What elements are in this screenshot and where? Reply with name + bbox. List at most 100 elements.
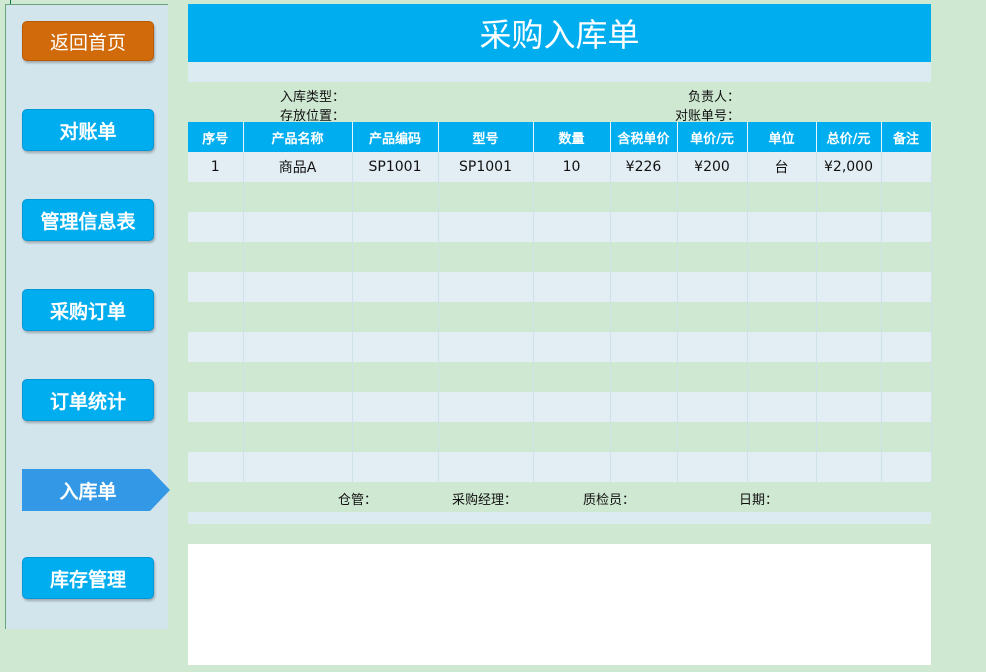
table-cell[interactable] bbox=[533, 182, 611, 212]
table-cell[interactable] bbox=[533, 362, 611, 392]
table-cell[interactable] bbox=[881, 422, 932, 452]
table-cell[interactable] bbox=[747, 182, 817, 212]
table-cell[interactable] bbox=[243, 332, 353, 362]
table-cell[interactable] bbox=[881, 152, 932, 182]
table-cell[interactable] bbox=[352, 272, 439, 302]
table-cell[interactable] bbox=[881, 392, 932, 422]
table-cell[interactable] bbox=[438, 302, 534, 332]
table-cell[interactable] bbox=[881, 452, 932, 482]
table-cell[interactable]: SP1001 bbox=[438, 152, 534, 182]
table-cell[interactable] bbox=[816, 212, 882, 242]
table-cell[interactable] bbox=[677, 272, 748, 302]
table-cell[interactable] bbox=[533, 422, 611, 452]
table-cell[interactable] bbox=[243, 272, 353, 302]
table-cell[interactable] bbox=[188, 242, 244, 272]
table-cell[interactable] bbox=[747, 392, 817, 422]
table-cell[interactable] bbox=[533, 242, 611, 272]
table-cell[interactable] bbox=[677, 332, 748, 362]
table-cell[interactable] bbox=[677, 452, 748, 482]
table-cell[interactable] bbox=[610, 182, 678, 212]
table-cell[interactable] bbox=[188, 302, 244, 332]
table-cell[interactable] bbox=[677, 422, 748, 452]
table-cell[interactable] bbox=[533, 332, 611, 362]
table-cell[interactable] bbox=[352, 182, 439, 212]
table-cell[interactable] bbox=[747, 272, 817, 302]
table-cell[interactable] bbox=[816, 392, 882, 422]
table-cell[interactable] bbox=[352, 392, 439, 422]
table-cell[interactable] bbox=[747, 242, 817, 272]
table-cell[interactable] bbox=[747, 302, 817, 332]
nav-purchase-order-button[interactable]: 采购订单 bbox=[22, 289, 154, 331]
table-cell[interactable] bbox=[243, 242, 353, 272]
table-cell[interactable] bbox=[438, 362, 534, 392]
table-cell[interactable] bbox=[188, 182, 244, 212]
table-cell[interactable] bbox=[438, 332, 534, 362]
table-cell[interactable] bbox=[438, 392, 534, 422]
table-cell[interactable] bbox=[881, 302, 932, 332]
table-cell[interactable] bbox=[747, 362, 817, 392]
table-cell[interactable] bbox=[677, 212, 748, 242]
table-cell[interactable]: ¥2,000 bbox=[816, 152, 882, 182]
table-cell[interactable] bbox=[610, 332, 678, 362]
table-cell[interactable] bbox=[243, 182, 353, 212]
table-cell[interactable] bbox=[610, 452, 678, 482]
table-cell[interactable] bbox=[352, 242, 439, 272]
table-cell[interactable] bbox=[816, 422, 882, 452]
table-cell[interactable] bbox=[243, 212, 353, 242]
table-cell[interactable] bbox=[188, 392, 244, 422]
table-cell[interactable] bbox=[533, 212, 611, 242]
table-cell[interactable]: 商品A bbox=[243, 152, 353, 182]
table-cell[interactable] bbox=[610, 362, 678, 392]
nav-statement-button[interactable]: 对账单 bbox=[22, 109, 154, 151]
table-cell[interactable]: ¥226 bbox=[610, 152, 678, 182]
table-cell[interactable] bbox=[747, 212, 817, 242]
table-cell[interactable]: 1 bbox=[188, 152, 244, 182]
table-cell[interactable] bbox=[610, 212, 678, 242]
table-cell[interactable] bbox=[677, 362, 748, 392]
table-cell[interactable] bbox=[747, 422, 817, 452]
table-cell[interactable] bbox=[243, 302, 353, 332]
table-cell[interactable] bbox=[438, 242, 534, 272]
table-cell[interactable] bbox=[747, 332, 817, 362]
back-home-button[interactable]: 返回首页 bbox=[22, 21, 154, 61]
table-cell[interactable]: ¥200 bbox=[677, 152, 748, 182]
table-cell[interactable] bbox=[677, 182, 748, 212]
table-cell[interactable] bbox=[610, 392, 678, 422]
table-cell[interactable] bbox=[243, 362, 353, 392]
table-cell[interactable] bbox=[816, 272, 882, 302]
table-cell[interactable]: 台 bbox=[747, 152, 817, 182]
table-cell[interactable] bbox=[438, 212, 534, 242]
table-cell[interactable] bbox=[352, 302, 439, 332]
table-cell[interactable] bbox=[881, 182, 932, 212]
table-cell[interactable]: 10 bbox=[533, 152, 611, 182]
table-cell[interactable] bbox=[610, 302, 678, 332]
table-cell[interactable] bbox=[352, 212, 439, 242]
table-cell[interactable] bbox=[352, 362, 439, 392]
table-cell[interactable] bbox=[438, 182, 534, 212]
table-cell[interactable]: SP1001 bbox=[352, 152, 439, 182]
table-cell[interactable] bbox=[438, 422, 534, 452]
table-cell[interactable] bbox=[243, 392, 353, 422]
table-cell[interactable] bbox=[881, 362, 932, 392]
table-cell[interactable] bbox=[243, 422, 353, 452]
table-cell[interactable] bbox=[533, 272, 611, 302]
table-cell[interactable] bbox=[188, 212, 244, 242]
table-cell[interactable] bbox=[816, 452, 882, 482]
table-cell[interactable] bbox=[188, 332, 244, 362]
table-cell[interactable] bbox=[438, 272, 534, 302]
table-cell[interactable] bbox=[677, 392, 748, 422]
table-cell[interactable] bbox=[243, 452, 353, 482]
table-cell[interactable] bbox=[533, 392, 611, 422]
table-cell[interactable] bbox=[610, 422, 678, 452]
table-cell[interactable] bbox=[747, 452, 817, 482]
table-cell[interactable] bbox=[188, 422, 244, 452]
nav-order-stats-button[interactable]: 订单统计 bbox=[22, 379, 154, 421]
table-cell[interactable] bbox=[816, 242, 882, 272]
table-cell[interactable] bbox=[881, 242, 932, 272]
table-cell[interactable] bbox=[352, 452, 439, 482]
notes-area[interactable] bbox=[188, 544, 931, 665]
table-cell[interactable] bbox=[188, 452, 244, 482]
table-cell[interactable] bbox=[610, 242, 678, 272]
table-cell[interactable] bbox=[881, 272, 932, 302]
table-cell[interactable] bbox=[188, 362, 244, 392]
